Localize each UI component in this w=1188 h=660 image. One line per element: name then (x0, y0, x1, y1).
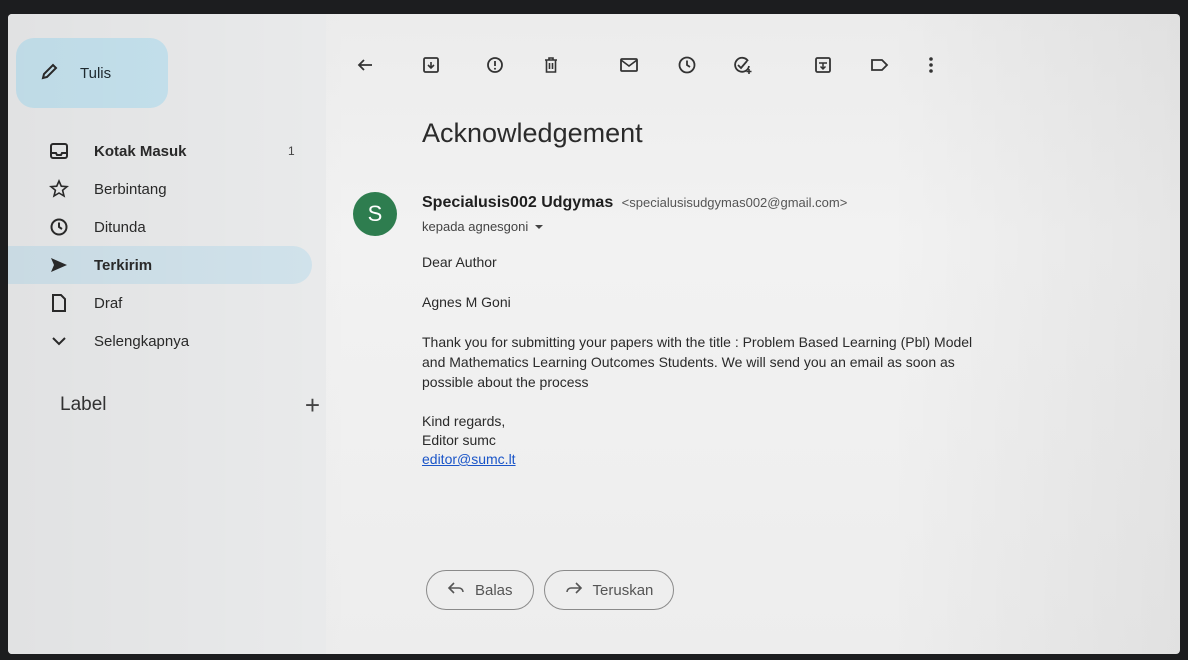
chevron-down-icon (46, 330, 72, 352)
move-to-icon[interactable] (810, 52, 836, 78)
body-paragraph: Thank you for submitting your papers wit… (422, 334, 973, 390)
star-icon (46, 178, 72, 200)
closing: Kind regards, (422, 413, 506, 429)
signature-block: Kind regards, Editor sumc editor@sumc.lt (422, 412, 982, 469)
labels-title: Label (60, 394, 107, 415)
sidebar-item-sent[interactable]: Terkirim (8, 246, 312, 284)
sidebar-item-label: Draf (94, 294, 123, 312)
inbox-icon (46, 140, 72, 162)
delete-icon[interactable] (538, 52, 564, 78)
sidebar: Tulis Kotak Masuk 1 Berbintang Ditunda T… (8, 14, 326, 654)
sidebar-item-label: Selengkapnya (94, 332, 190, 350)
back-arrow-icon[interactable] (352, 52, 378, 78)
unread-count: 1 (288, 144, 295, 158)
compose-button[interactable]: Tulis (16, 38, 168, 108)
send-icon (46, 254, 72, 276)
archive-icon[interactable] (418, 52, 444, 78)
caret-down-icon[interactable] (534, 219, 544, 234)
label-icon[interactable] (866, 52, 892, 78)
reply-button[interactable]: Balas (426, 570, 534, 610)
avatar[interactable]: S (353, 192, 397, 236)
forward-icon (565, 581, 583, 599)
nav-list: Kotak Masuk 1 Berbintang Ditunda Terkiri… (8, 132, 326, 360)
message-subject: Acknowledgement (422, 118, 643, 148)
recipient-name: Agnes M Goni (422, 294, 511, 310)
reply-icon (447, 581, 465, 599)
sidebar-item-label: Ditunda (94, 218, 146, 236)
add-task-icon[interactable] (730, 52, 756, 78)
sender-name[interactable]: Specialusis002 Udgymas (422, 194, 613, 211)
sender-email: <specialusisudgymas002@gmail.com> (621, 195, 848, 210)
compose-label: Tulis (80, 64, 112, 82)
sidebar-item-label: Kotak Masuk (94, 142, 187, 160)
signature-name: Editor sumc (422, 432, 496, 448)
recipient-line[interactable]: kepada agnesgoni (422, 219, 544, 234)
report-spam-icon[interactable] (482, 52, 508, 78)
message-toolbar (348, 44, 1048, 84)
sidebar-item-label: Berbintang (94, 180, 167, 198)
sender-line: Specialusis002 Udgymas <specialusisudgym… (422, 194, 847, 212)
sidebar-item-snoozed[interactable]: Ditunda (8, 208, 326, 246)
signature-email-link[interactable]: editor@sumc.lt (422, 451, 516, 467)
reply-actions: Balas Teruskan (426, 570, 675, 610)
sidebar-item-label: Terkirim (94, 256, 153, 274)
plus-icon[interactable]: + (305, 392, 320, 418)
clock-icon (46, 216, 72, 238)
labels-header: Label + (60, 392, 320, 418)
reply-label: Balas (475, 581, 513, 599)
more-vert-icon[interactable] (918, 52, 944, 78)
recipient-text: kepada agnesgoni (422, 219, 529, 234)
message-body: Dear Author Agnes M Goni Thank you for s… (422, 252, 982, 469)
greeting: Dear Author (422, 254, 497, 270)
pencil-icon (40, 61, 60, 86)
forward-button[interactable]: Teruskan (543, 570, 675, 610)
gmail-screen: Tulis Kotak Masuk 1 Berbintang Ditunda T… (8, 14, 1180, 654)
sidebar-item-inbox[interactable]: Kotak Masuk 1 (8, 132, 326, 170)
sidebar-item-more[interactable]: Selengkapnya (8, 322, 326, 360)
sidebar-item-starred[interactable]: Berbintang (8, 170, 326, 208)
draft-icon (46, 292, 72, 314)
sidebar-item-drafts[interactable]: Draf (8, 284, 326, 322)
mark-unread-icon[interactable] (616, 52, 642, 78)
forward-label: Teruskan (592, 581, 654, 599)
snooze-icon[interactable] (674, 52, 700, 78)
